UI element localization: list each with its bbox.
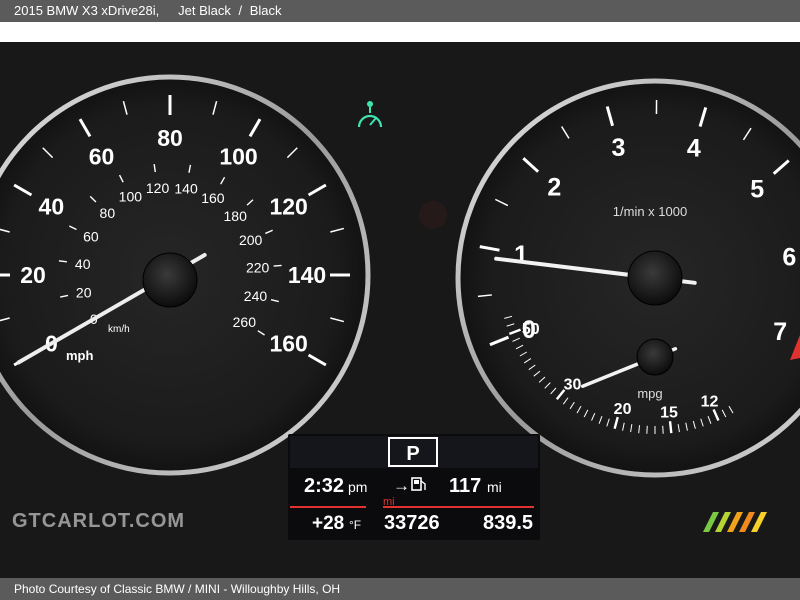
inactive-warning-lamp bbox=[419, 201, 447, 229]
mpg-label: 50 bbox=[522, 321, 540, 338]
speedometer-kmh-label: 160 bbox=[201, 190, 225, 206]
tachometer-label: 1 bbox=[514, 241, 528, 269]
speedometer-mph-label: 60 bbox=[89, 143, 115, 169]
fuel-range-unit: mi bbox=[487, 479, 502, 495]
gear-indicator: P bbox=[406, 443, 419, 465]
speedometer-mph-label: 20 bbox=[20, 262, 46, 288]
mpg-tick bbox=[668, 421, 673, 434]
cluster-svg: 020406080100120140160 020406080100120140… bbox=[0, 42, 800, 578]
mpg-label: 30 bbox=[564, 377, 582, 394]
speedometer-kmh-label: 20 bbox=[76, 284, 92, 300]
tachometer-label: 5 bbox=[750, 175, 764, 203]
outside-temperature: +28 bbox=[312, 513, 344, 534]
speedometer-kmh-label: 220 bbox=[246, 259, 270, 275]
speedometer-mph-label: 140 bbox=[288, 262, 326, 288]
speedometer-kmh-label: 40 bbox=[75, 256, 91, 272]
speedometer: 020406080100120140160 020406080100120140… bbox=[0, 74, 371, 476]
speedometer-kmh-label: 260 bbox=[233, 314, 257, 330]
tachometer-label: 3 bbox=[612, 134, 626, 162]
temperature-unit: °F bbox=[349, 518, 361, 532]
speedometer-kmh-label: 120 bbox=[146, 180, 170, 196]
speedometer-mph-label: 120 bbox=[269, 194, 307, 220]
speedometer-kmh-label: 100 bbox=[119, 188, 143, 204]
speedometer-kmh-label: 180 bbox=[224, 208, 248, 224]
tachometer-hub bbox=[627, 250, 683, 306]
speedometer-kmh-label: 80 bbox=[100, 205, 116, 221]
speedometer-kmh-label: 140 bbox=[174, 180, 198, 196]
watermark: GTCARLOT.COM bbox=[12, 510, 186, 532]
instrument-cluster-photo: 020406080100120140160 020406080100120140… bbox=[0, 42, 800, 578]
speedometer-kmh-label: 240 bbox=[244, 288, 268, 304]
vehicle-model: 2015 BMW X3 xDrive28i, bbox=[14, 3, 160, 18]
tachometer-label: 2 bbox=[547, 173, 561, 201]
interior-color: Black bbox=[249, 3, 282, 18]
speedometer-mph-label: 80 bbox=[157, 125, 183, 151]
mph-unit-label: mph bbox=[66, 348, 94, 363]
photo-title-bar: 2015 BMW X3 xDrive28i, Jet Black / Black bbox=[0, 0, 800, 22]
mpg-label: 12 bbox=[701, 393, 719, 410]
speedometer-mph-label: 100 bbox=[219, 143, 257, 169]
clock-time: 2:32 bbox=[304, 475, 344, 497]
tachometer-label: 4 bbox=[687, 135, 701, 163]
speedometer-hub bbox=[142, 252, 198, 308]
odometer-value: 33726 bbox=[384, 512, 440, 534]
tachometer-unit: 1/min x 1000 bbox=[613, 204, 687, 219]
mpg-hub bbox=[636, 338, 674, 376]
site-logo bbox=[703, 512, 767, 532]
odometer-unit: mi bbox=[383, 496, 395, 508]
tachometer-label: 7 bbox=[773, 318, 787, 346]
speedometer-kmh-tick bbox=[273, 264, 282, 267]
speedometer-kmh-label: 60 bbox=[83, 229, 99, 245]
info-display: P 2:32 pm → 117 mi mi +28 °F 33726 839.5 bbox=[288, 434, 540, 540]
speedometer-kmh-label: 200 bbox=[239, 232, 263, 248]
clock-ampm: pm bbox=[348, 479, 367, 495]
kmh-unit-label: km/h bbox=[108, 324, 130, 335]
tachometer-label: 6 bbox=[782, 243, 796, 271]
mpg-label: 15 bbox=[660, 404, 678, 421]
fuel-range-value: 117 bbox=[449, 475, 481, 497]
range-arrow-icon: → bbox=[393, 476, 410, 495]
photo-credit: Photo Courtesy of Classic BMW / MINI - W… bbox=[14, 582, 341, 596]
photo-credit-bar: Photo Courtesy of Classic BMW / MINI - W… bbox=[0, 578, 800, 600]
speedometer-mph-label: 40 bbox=[39, 194, 65, 220]
mpg-label: 20 bbox=[614, 401, 632, 418]
exterior-color: Jet Black bbox=[178, 3, 231, 18]
mpg-unit: mpg bbox=[637, 386, 662, 401]
speedometer-mph-label: 160 bbox=[269, 331, 307, 357]
spacer bbox=[0, 22, 800, 42]
trip-value: 839.5 bbox=[483, 512, 533, 534]
